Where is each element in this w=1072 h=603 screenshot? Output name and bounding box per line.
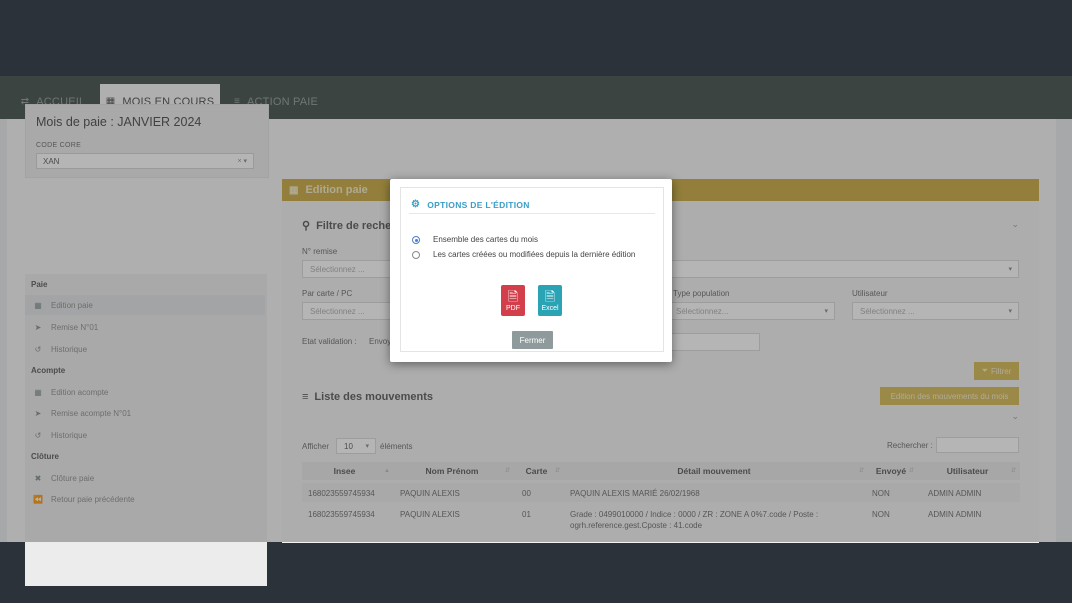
modal-title: ⚙ OPTIONS DE L'ÉDITION [411,199,530,210]
option-all-cards-label[interactable]: Ensemble des cartes du mois [433,235,538,244]
excel-file-icon: 🗎 [544,288,556,304]
pdf-file-icon: 🗎 [507,288,519,304]
option-modified-cards-label[interactable]: Les cartes créées ou modifiées depuis la… [433,250,635,259]
option-all-cards-radio[interactable] [412,236,420,244]
modal-body: ⚙ OPTIONS DE L'ÉDITION Ensemble des cart… [400,187,664,352]
close-button[interactable]: Fermer [512,331,553,349]
option-modified-cards-radio[interactable] [412,251,420,259]
edition-options-modal: ⚙ OPTIONS DE L'ÉDITION Ensemble des cart… [390,179,672,362]
gear-icon: ⚙ [411,199,421,210]
divider [409,213,655,214]
excel-export-button[interactable]: 🗎 Excel [538,285,562,316]
pdf-export-button[interactable]: 🗎 PDF [501,285,525,316]
